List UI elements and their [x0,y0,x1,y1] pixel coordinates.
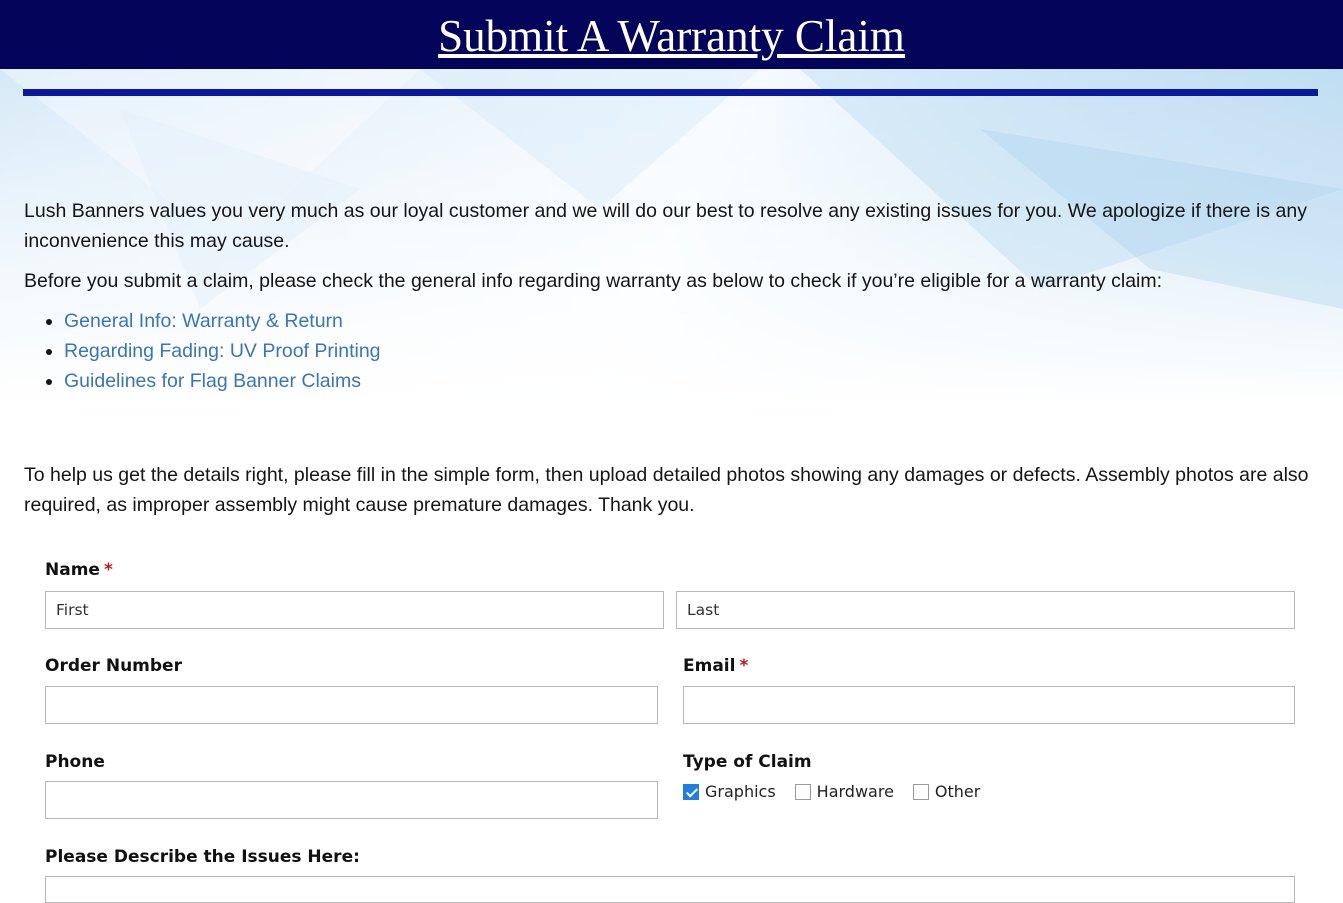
intro-paragraph: Lush Banners values you very much as our… [24,200,1307,252]
page-header: Submit A Warranty Claim [0,0,1343,69]
warranty-return-link[interactable]: General Info: Warranty & Return [64,310,343,332]
header-divider [23,89,1318,96]
form-instructions: To help us get the details right, please… [24,464,1309,516]
uv-proof-link[interactable]: Regarding Fading: UV Proof Printing [64,340,381,362]
checkbox-label: Other [934,782,981,801]
list-item: General Info: Warranty & Return [64,306,1319,336]
name-label-text: Name [45,560,100,580]
email-label-text: Email [683,656,736,676]
phone-label: Phone [45,752,105,772]
required-indicator: * [739,656,749,676]
phone-input[interactable] [45,781,658,819]
checkbox-label: Graphics [705,782,776,801]
describe-issues-label: Please Describe the Issues Here: [45,847,360,867]
list-item: Regarding Fading: UV Proof Printing [64,336,1319,366]
name-label: Name * [45,560,113,580]
checkbox-label: Hardware [816,782,894,801]
page-title-link[interactable]: Submit A Warranty Claim [438,10,905,62]
first-name-input[interactable] [45,591,664,629]
required-indicator: * [103,560,113,580]
graphics-checkbox[interactable] [683,783,699,800]
intro-section: Lush Banners values you very much as our… [24,196,1319,396]
last-name-input[interactable] [676,591,1295,629]
describe-issues-textarea[interactable] [45,876,1295,903]
eligibility-paragraph: Before you submit a claim, please check … [24,270,1163,292]
order-number-input[interactable] [45,686,658,724]
claim-option-other[interactable]: Other [912,782,981,801]
other-checkbox[interactable] [912,783,929,800]
order-number-label: Order Number [45,656,182,676]
flag-banner-guidelines-link[interactable]: Guidelines for Flag Banner Claims [64,370,361,392]
claim-type-label: Type of Claim [683,752,812,772]
claim-option-graphics[interactable]: Graphics [683,782,776,801]
hardware-checkbox[interactable] [794,783,811,800]
list-item: Guidelines for Flag Banner Claims [64,366,1319,396]
claim-type-options: Graphics Hardware Other [683,782,999,801]
info-links-list: General Info: Warranty & Return Regardin… [24,306,1319,396]
email-input[interactable] [683,686,1295,724]
email-label: Email * [683,656,748,676]
claim-option-hardware[interactable]: Hardware [794,782,894,801]
